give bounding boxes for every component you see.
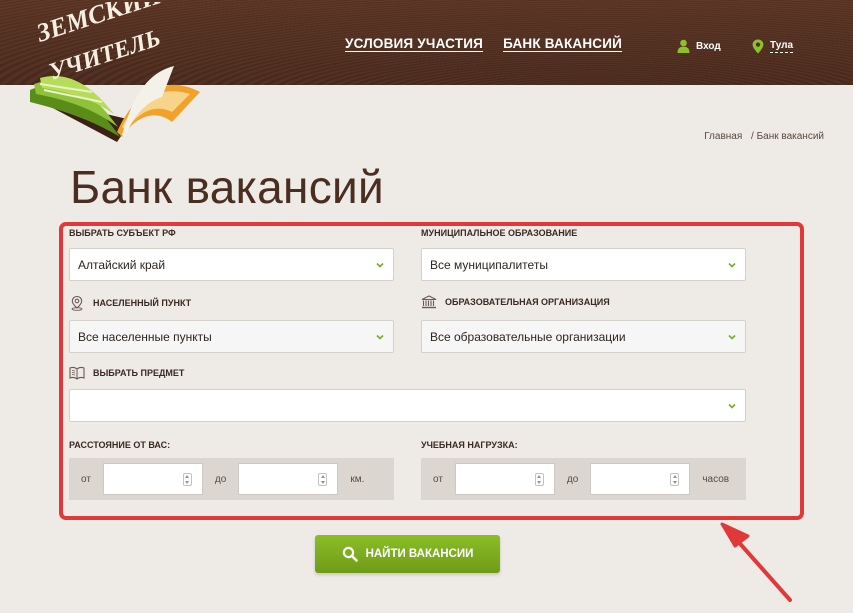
region-select-value: Алтайский край <box>78 257 166 272</box>
spinner-icon[interactable] <box>182 473 192 486</box>
city-label: Тула <box>770 40 794 53</box>
municipality-label-text: МУНИЦИПАЛЬНОЕ ОБРАЗОВАНИЕ <box>421 228 578 238</box>
distance-from-input[interactable] <box>102 463 203 495</box>
distance-range: от до км. <box>69 458 394 500</box>
subject-select[interactable] <box>69 389 746 422</box>
spinner-icon[interactable] <box>670 473 680 486</box>
settlement-select-value: Все населенные пункты <box>78 329 212 344</box>
main-nav: УСЛОВИЯ УЧАСТИЯ БАНК ВАКАНСИЙ <box>345 36 622 51</box>
distance-from-label: от <box>81 473 91 485</box>
find-vacancies-label: НАЙТИ ВАКАНСИИ <box>365 548 474 560</box>
workload-to-label: до <box>566 473 579 485</box>
logo[interactable]: ЗЕМСКИЙ УЧИТЕЛЬ <box>22 2 212 142</box>
chevron-down-icon <box>728 262 736 268</box>
organization-select-value: Все образовательные организации <box>430 329 626 344</box>
login-label: Вход <box>696 40 721 52</box>
region-label-text: ВЫБРАТЬ СУБЪЕКТ РФ <box>69 228 176 238</box>
page-title: Банк вакансий <box>70 161 384 213</box>
user-icon <box>677 39 690 53</box>
workload-to-input[interactable] <box>590 463 691 495</box>
nav-conditions[interactable]: УСЛОВИЯ УЧАСТИЯ <box>345 36 483 51</box>
chevron-down-icon <box>728 403 736 409</box>
distance-unit: км. <box>350 473 365 485</box>
breadcrumb-home[interactable]: Главная <box>704 131 742 142</box>
location-pin-icon <box>71 295 83 311</box>
municipality-label: МУНИЦИПАЛЬНОЕ ОБРАЗОВАНИЕ <box>421 228 577 238</box>
breadcrumb-current: / Банк вакансий <box>751 131 824 142</box>
distance-label: РАССТОЯНИЕ ОТ ВАС: <box>69 440 170 450</box>
chevron-down-icon <box>376 262 384 268</box>
building-icon <box>421 295 437 309</box>
organization-select[interactable]: Все образовательные организации <box>421 320 746 353</box>
organization-label: ОБРАЗОВАТЕЛЬНАЯ ОРГАНИЗАЦИЯ <box>421 295 610 309</box>
subject-label: ВЫБРАТЬ ПРЕДМЕТ <box>69 366 184 380</box>
city-selector[interactable]: Тула <box>752 39 794 54</box>
find-vacancies-button[interactable]: НАЙТИ ВАКАНСИИ <box>315 535 500 573</box>
breadcrumb: Главная / Банк вакансий <box>704 131 824 142</box>
nav-vacancy-bank[interactable]: БАНК ВАКАНСИЙ <box>503 36 622 51</box>
workload-from-input[interactable] <box>454 463 555 495</box>
settlement-label: НАСЕЛЕННЫЙ ПУНКТ <box>69 295 191 311</box>
chevron-down-icon <box>728 334 736 340</box>
workload-unit: часов <box>702 473 730 485</box>
region-label: ВЫБРАТЬ СУБЪЕКТ РФ <box>69 228 176 238</box>
spinner-icon[interactable] <box>534 473 544 486</box>
settlement-select[interactable]: Все населенные пункты <box>69 320 394 353</box>
region-select[interactable]: Алтайский край <box>69 248 394 281</box>
workload-label-text: УЧЕБНАЯ НАГРУЗКА: <box>421 440 518 450</box>
workload-range: от до часов <box>421 458 746 500</box>
book-icon <box>69 366 85 380</box>
settlement-label-text: НАСЕЛЕННЫЙ ПУНКТ <box>93 298 192 308</box>
subject-label-text: ВЫБРАТЬ ПРЕДМЕТ <box>93 368 185 378</box>
workload-from-label: от <box>433 473 443 485</box>
distance-label-text: РАССТОЯНИЕ ОТ ВАС: <box>69 440 171 450</box>
municipality-select[interactable]: Все муниципалитеты <box>421 248 746 281</box>
distance-to-input[interactable] <box>238 463 339 495</box>
distance-to-label: до <box>214 473 227 485</box>
chevron-down-icon <box>376 334 384 340</box>
search-icon <box>342 546 358 562</box>
login-link[interactable]: Вход <box>677 39 721 53</box>
location-pin-icon <box>752 39 764 54</box>
spinner-icon[interactable] <box>318 473 328 486</box>
municipality-select-value: Все муниципалитеты <box>430 257 548 272</box>
workload-label: УЧЕБНАЯ НАГРУЗКА: <box>421 440 518 450</box>
organization-label-text: ОБРАЗОВАТЕЛЬНАЯ ОРГАНИЗАЦИЯ <box>445 297 610 307</box>
